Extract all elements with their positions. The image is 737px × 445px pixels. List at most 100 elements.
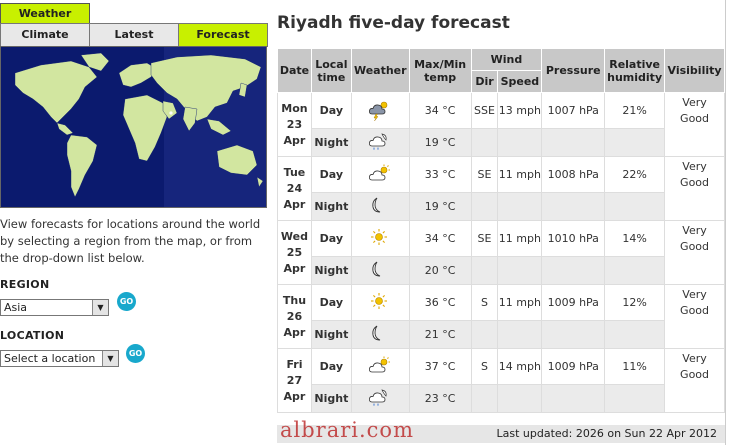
header-pressure: Pressure <box>541 48 606 93</box>
date-cell: Wed 25 Apr <box>277 220 312 285</box>
wind-dir-empty <box>470 320 499 349</box>
cloudy-night-drizzle-icon <box>368 389 392 406</box>
forecast-day-row: Fri 27 Apr Day 37 °C S 14 mph 1009 hPa 11% Very Go… <box>277 348 725 413</box>
sunny-icon <box>368 292 392 309</box>
date-day: Fri <box>286 357 303 371</box>
wind-dir-empty <box>470 192 499 221</box>
location-select-value: Select a location <box>4 352 96 365</box>
location-go-button[interactable]: GO <box>126 344 145 363</box>
weather-cell <box>350 256 410 285</box>
weather-cell <box>350 384 410 413</box>
humidity-empty <box>604 128 666 157</box>
local-time-night: Night <box>310 256 352 285</box>
forecast-day-row: Mon 23 Apr Day 34 °C SSE 13 mph 1007 hPa 21% Very… <box>277 92 725 157</box>
pressure-empty <box>541 256 606 285</box>
humidity-empty <box>604 192 666 221</box>
temp-min: 23 °C <box>408 384 472 413</box>
pressure-empty <box>541 192 606 221</box>
header-date: Date <box>277 48 312 93</box>
weather-cell <box>350 220 410 257</box>
date-day: Wed <box>280 229 308 243</box>
intro-text: View forecasts for locations around the … <box>0 217 261 265</box>
temp-max: 37 °C <box>408 348 472 385</box>
temp-max: 34 °C <box>408 220 472 257</box>
world-map-graphic <box>1 47 266 207</box>
header-local-time: Local time <box>310 48 352 93</box>
temp-max: 34 °C <box>408 92 472 129</box>
forecast-table: Date Local time Weather Max/Min temp Win… <box>277 48 725 413</box>
date-day: Tue <box>283 165 306 179</box>
date-mon: Apr <box>283 261 306 275</box>
temp-min: 19 °C <box>408 192 472 221</box>
pressure-empty <box>541 384 606 413</box>
date-mon: Apr <box>283 197 306 211</box>
wind-speed: 13 mph <box>497 92 543 129</box>
wind-speed: 11 mph <box>497 220 543 257</box>
subtab-forecast[interactable]: Forecast <box>179 24 267 46</box>
forecast-day-row: Wed 25 Apr Day 34 °C SE 11 mph 1010 hPa 14% Very G… <box>277 220 725 285</box>
wind-speed-empty <box>497 384 543 413</box>
wind-speed-empty <box>497 192 543 221</box>
wind-dir: S <box>470 348 499 385</box>
wind-dir: S <box>470 284 499 321</box>
pressure: 1010 hPa <box>541 220 606 257</box>
local-time-night: Night <box>310 128 352 157</box>
subtab-climate[interactable]: Climate <box>1 24 90 46</box>
humidity: 21% <box>604 92 666 129</box>
wind-dir-empty <box>470 128 499 157</box>
pressure: 1009 hPa <box>541 284 606 321</box>
visibility-vis2: Good <box>680 240 710 253</box>
weather-cell <box>350 128 410 157</box>
wind-speed: 11 mph <box>497 156 543 193</box>
forecast-rows: Mon 23 Apr Day 34 °C SSE 13 mph 1007 hPa 21% Very… <box>277 92 725 413</box>
humidity: 22% <box>604 156 666 193</box>
pressure: 1009 hPa <box>541 348 606 385</box>
wind-dir: SE <box>470 220 499 257</box>
date-day: Thu <box>282 293 307 307</box>
temp-min: 19 °C <box>408 128 472 157</box>
forecast-night-row: Night 19 °C <box>278 128 725 157</box>
humidity: 14% <box>604 220 666 257</box>
tab-weather[interactable]: Weather <box>0 3 90 23</box>
date-num: 24 <box>286 181 303 195</box>
header-temp: Max/Min temp <box>408 48 472 93</box>
clear-night-icon <box>368 261 392 277</box>
chevron-down-icon[interactable]: ▼ <box>92 300 108 315</box>
location-select[interactable]: Select a location ▼ <box>0 350 119 367</box>
date-num: 26 <box>286 309 303 323</box>
humidity-empty <box>604 256 666 285</box>
chevron-down-icon[interactable]: ▼ <box>102 351 118 366</box>
partly-cloudy-thunder-icon <box>368 101 392 121</box>
header-humidity: Relative humidity <box>604 48 666 93</box>
visibility-vis2: Good <box>680 304 710 317</box>
visibility: Very Good <box>664 284 725 349</box>
weather-cell <box>350 284 410 321</box>
visibility-vis1: Very <box>682 288 707 301</box>
left-panel: Weather Climate Latest Forecast View for… <box>0 0 268 445</box>
weather-cell <box>350 320 410 349</box>
local-time-day: Day <box>310 156 352 193</box>
visibility: Very Good <box>664 156 725 221</box>
pressure: 1008 hPa <box>541 156 606 193</box>
date-mon: Apr <box>283 389 306 403</box>
forecast-day-row: Thu 26 Apr Day 36 °C S 11 mph 1009 hPa 12% Very Go… <box>277 284 725 349</box>
local-time-night: Night <box>310 192 352 221</box>
region-select[interactable]: Asia ▼ <box>0 299 109 316</box>
wind-speed-empty <box>497 128 543 157</box>
subtab-latest[interactable]: Latest <box>90 24 179 46</box>
region-go-button[interactable]: GO <box>117 292 136 311</box>
date-num: 23 <box>286 117 303 131</box>
visibility-vis1: Very <box>682 96 707 109</box>
date-num: 27 <box>286 373 303 387</box>
world-map[interactable] <box>0 46 267 208</box>
clear-night-icon <box>368 197 392 213</box>
location-label: LOCATION <box>0 329 65 342</box>
date-cell: Thu 26 Apr <box>277 284 312 349</box>
local-time-day: Day <box>310 92 352 129</box>
wind-dir-empty <box>470 256 499 285</box>
wind-dir: SSE <box>470 92 499 129</box>
header-wind-speed: Speed <box>497 70 543 93</box>
humidity-empty <box>604 384 666 413</box>
region-select-value: Asia <box>4 301 28 314</box>
forecast-night-row: Night 20 °C <box>278 256 725 285</box>
